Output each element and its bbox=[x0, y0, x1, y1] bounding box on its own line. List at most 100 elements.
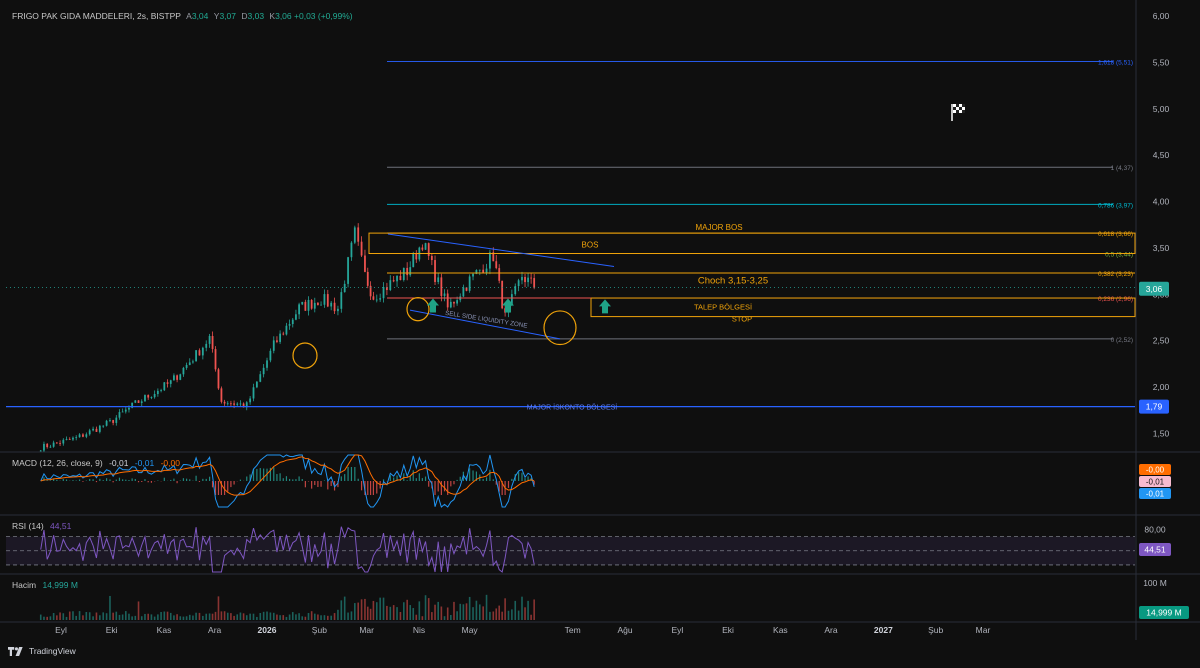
volume-bar bbox=[409, 605, 412, 620]
volume-bar bbox=[144, 613, 146, 620]
candle-body bbox=[412, 253, 415, 268]
fib-level-label: 0 (2,52) bbox=[1111, 337, 1133, 344]
candles bbox=[39, 223, 536, 452]
candle-body bbox=[192, 361, 194, 363]
volume-bar bbox=[153, 616, 156, 620]
symbol-label: FRIGO PAK GIDA MADDELERI, 2s, BISTPP bbox=[12, 11, 181, 21]
volume-bar bbox=[437, 601, 440, 620]
volume-bar bbox=[402, 602, 405, 620]
highlight-circle bbox=[292, 342, 318, 369]
macd-value-3: -0,00 bbox=[160, 458, 180, 468]
y-tick-label: 5,50 bbox=[1153, 57, 1170, 67]
volume-bar bbox=[288, 614, 291, 620]
wedge-bottom-line bbox=[409, 309, 561, 340]
volume-bar bbox=[431, 612, 433, 620]
candle-body bbox=[415, 253, 418, 260]
candle-body bbox=[379, 298, 382, 300]
volume-bar bbox=[223, 611, 226, 620]
volume-bar bbox=[269, 612, 272, 620]
candle-body bbox=[472, 273, 474, 277]
volume-bar bbox=[256, 616, 258, 620]
volume-bar bbox=[85, 611, 88, 620]
volume-bar bbox=[453, 601, 455, 620]
candle-body bbox=[147, 395, 150, 398]
y-tick-label: 3,50 bbox=[1153, 243, 1170, 253]
x-tick-label: Eyl bbox=[671, 625, 683, 635]
volume-bar bbox=[202, 615, 204, 620]
volume-bar bbox=[482, 606, 484, 620]
candle-body bbox=[323, 294, 326, 305]
volume-value: 14,999 M bbox=[42, 580, 78, 590]
volume-bar bbox=[357, 602, 360, 620]
candle-body bbox=[288, 324, 291, 326]
volume-bar bbox=[465, 603, 468, 620]
volume-bar bbox=[75, 615, 77, 620]
volume-bar bbox=[276, 614, 278, 620]
volume-bar bbox=[527, 600, 529, 620]
price-badge-text: 3,06 bbox=[1146, 284, 1163, 294]
candle-body bbox=[169, 380, 172, 384]
candle-body bbox=[521, 276, 523, 281]
checkered-flag-icon bbox=[959, 107, 962, 110]
close-value: 3,06 bbox=[275, 11, 292, 21]
candle-body bbox=[446, 293, 449, 308]
volume-bar bbox=[198, 612, 201, 620]
candle-body bbox=[118, 412, 121, 418]
candle-body bbox=[389, 280, 392, 291]
candle-body bbox=[262, 367, 265, 375]
volume-bar bbox=[211, 613, 214, 620]
volume-bar bbox=[485, 594, 488, 620]
candle-body bbox=[98, 425, 101, 432]
volume-bar bbox=[501, 611, 503, 620]
x-tick-label: May bbox=[462, 625, 479, 635]
chart-root[interactable]: 6,005,505,004,504,003,503,002,502,001,50… bbox=[0, 0, 1200, 663]
candle-body bbox=[62, 439, 65, 444]
candle-body bbox=[166, 382, 169, 384]
volume-y-tick: 100 M bbox=[1143, 578, 1167, 588]
volume-bar bbox=[59, 612, 61, 620]
candle-body bbox=[320, 304, 322, 306]
candle-body bbox=[498, 268, 501, 281]
candle-body bbox=[337, 308, 339, 312]
major-bos-box bbox=[368, 232, 1136, 255]
candle-body bbox=[249, 398, 252, 403]
volume-bar bbox=[68, 611, 71, 620]
volume-bar bbox=[169, 612, 172, 620]
volume-bar bbox=[386, 605, 388, 620]
major-bos-label: MAJOR BOS bbox=[695, 223, 742, 232]
volume-bar bbox=[95, 612, 98, 620]
candle-body bbox=[239, 403, 242, 405]
candle-body bbox=[409, 267, 412, 276]
talep-zone-box bbox=[590, 297, 1136, 318]
candle-body bbox=[310, 299, 313, 309]
candle-body bbox=[360, 241, 363, 256]
fib-level-label: 0,618 (3,66) bbox=[1098, 231, 1133, 238]
volume-bar bbox=[192, 615, 194, 620]
candle-body bbox=[343, 283, 346, 293]
candle-body bbox=[437, 277, 440, 282]
volume-bar bbox=[446, 607, 449, 620]
volume-bar bbox=[134, 615, 137, 620]
volume-bar bbox=[489, 611, 491, 620]
volume-bar bbox=[504, 598, 506, 620]
volume-bar bbox=[205, 613, 208, 620]
candle-body bbox=[163, 382, 166, 391]
candle-body bbox=[153, 393, 156, 398]
stop-label: STOP bbox=[732, 314, 752, 323]
candle-body bbox=[124, 409, 127, 412]
x-tick-label: Nis bbox=[413, 625, 425, 635]
candle-body bbox=[85, 434, 88, 437]
high-value: 3,07 bbox=[219, 11, 236, 21]
candle-body bbox=[449, 301, 452, 308]
macd-legend: MACD (12, 26, close, 9) -0,01 -0,01 -0,0… bbox=[12, 458, 180, 468]
candle-body bbox=[59, 442, 61, 444]
volume-bar bbox=[354, 603, 356, 620]
x-tick-label: Ara bbox=[824, 625, 838, 635]
volume-bar bbox=[396, 607, 398, 620]
chart-svg[interactable]: 6,005,505,004,504,003,503,002,502,001,50… bbox=[0, 0, 1200, 663]
change-value: +0,03 (+0,99%) bbox=[294, 11, 353, 21]
x-tick-label: 2026 bbox=[258, 625, 277, 635]
volume-bar bbox=[166, 611, 169, 620]
wedge-top-line bbox=[387, 233, 615, 267]
candle-body bbox=[421, 247, 424, 250]
